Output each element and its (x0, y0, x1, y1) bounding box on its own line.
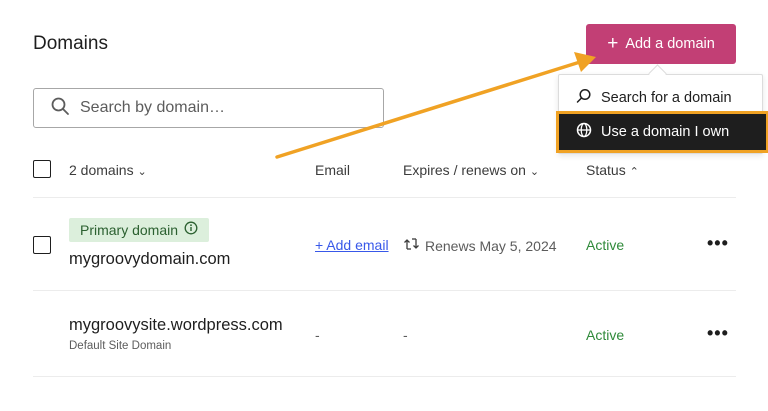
menu-item-label: Search for a domain (601, 90, 732, 106)
annotation-arrow (275, 52, 596, 159)
globe-icon (576, 122, 592, 142)
menu-item-use-own-domain[interactable]: Use a domain I own (556, 111, 768, 153)
menu-item-label: Use a domain I own (601, 124, 730, 140)
search-icon (576, 88, 592, 108)
menu-item-search-for-domain[interactable]: Search for a domain (576, 88, 732, 108)
